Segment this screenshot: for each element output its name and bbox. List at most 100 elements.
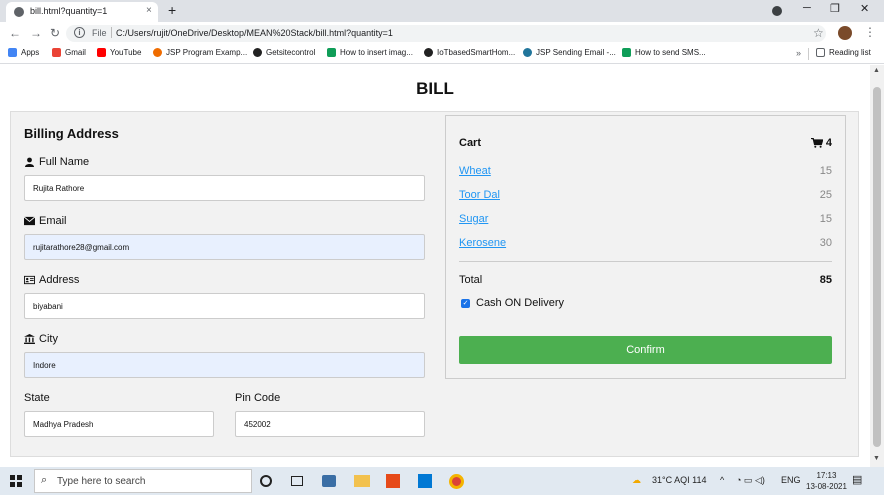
state-label: State — [24, 392, 50, 404]
bookmark-getsitecontrol[interactable]: Getsitecontrol — [253, 48, 315, 57]
address-input[interactable] — [24, 293, 425, 319]
total-value: 85 — [819, 274, 832, 286]
cart-item: Toor Dal 25 — [459, 189, 832, 203]
windows-taskbar: ⌕ Type here to search ☁ 31°C AQI 114 ^ ◔… — [0, 467, 884, 495]
billing-heading: Billing Address — [24, 126, 119, 141]
office-icon[interactable] — [386, 474, 400, 488]
vscode-icon[interactable] — [418, 474, 432, 488]
gmail-icon — [52, 48, 61, 57]
cart-item-price: 25 — [819, 189, 832, 201]
cart-item-price: 15 — [819, 165, 832, 177]
scroll-up-icon[interactable]: ▲ — [873, 67, 880, 74]
site-icon — [327, 48, 336, 57]
address-bar[interactable]: i File C:/Users/rujit/OneDrive/Desktop/M… — [66, 25, 826, 42]
page-viewport: BILL Billing Address Full Name Email Add… — [0, 65, 870, 467]
cart-title: Cart — [459, 137, 482, 149]
task-view-icon[interactable] — [291, 476, 303, 486]
browser-tab[interactable]: bill.html?quantity=1 × — [6, 2, 158, 22]
site-icon — [622, 48, 631, 57]
weather-text[interactable]: 31°C AQI 114 — [652, 475, 706, 485]
confirm-button[interactable]: Confirm — [459, 336, 832, 364]
language-indicator[interactable]: ENG — [781, 475, 801, 485]
minimize-button[interactable]: ─ — [803, 2, 811, 14]
file-explorer-icon[interactable] — [354, 475, 370, 487]
bookmark-label: JSP Sending Email -... — [536, 48, 616, 57]
tab-title: bill.html?quantity=1 — [30, 6, 108, 16]
cash-on-delivery-option[interactable]: ✓ Cash ON Delivery — [461, 297, 564, 309]
institution-icon — [24, 334, 35, 344]
city-label: City — [24, 333, 58, 345]
weather-icon: ☁ — [632, 475, 641, 485]
scrollbar-thumb[interactable] — [873, 87, 881, 447]
bookmark-jsp-program[interactable]: JSP Program Examp... — [153, 48, 247, 57]
chevron-up-icon[interactable]: ^ — [720, 475, 724, 485]
taskbar-search[interactable]: ⌕ Type here to search — [34, 469, 252, 493]
notification-icon[interactable]: ▤ — [852, 473, 862, 486]
globe-icon — [14, 7, 24, 17]
info-icon[interactable]: i — [74, 27, 85, 38]
bookmark-gmail[interactable]: Gmail — [52, 48, 86, 57]
cart-item-link[interactable]: Sugar — [459, 213, 488, 225]
cart-item-link[interactable]: Kerosene — [459, 237, 506, 249]
scroll-down-icon[interactable]: ▼ — [873, 455, 880, 462]
email-label: Email — [24, 215, 67, 227]
bookmark-iot[interactable]: IoTbasedSmartHom... — [424, 48, 515, 57]
new-tab-button[interactable]: + — [168, 2, 176, 18]
reading-list-button[interactable]: Reading list — [816, 48, 871, 57]
browser-toolbar: ← → ↻ i File C:/Users/rujit/OneDrive/Des… — [0, 22, 884, 45]
email-label-text: Email — [39, 215, 67, 227]
state-input[interactable] — [24, 411, 214, 437]
cart-item-link[interactable]: Wheat — [459, 165, 491, 177]
address-card-icon — [24, 275, 35, 285]
email-input[interactable] — [24, 234, 425, 260]
city-input[interactable] — [24, 352, 425, 378]
bookmark-label: JSP Program Examp... — [166, 48, 248, 57]
cart-panel: Cart 4 Wheat 15 Toor Dal 25 Sugar 15 Ker… — [445, 115, 846, 379]
bookmarks-overflow-icon[interactable]: » — [796, 48, 801, 58]
full-name-input[interactable] — [24, 175, 425, 201]
cash-on-delivery-checkbox[interactable]: ✓ — [461, 298, 470, 308]
site-icon — [424, 48, 433, 57]
bookmark-youtube[interactable]: YouTube — [97, 48, 141, 57]
cart-item-link[interactable]: Toor Dal — [459, 189, 500, 201]
cash-on-delivery-label: Cash ON Delivery — [476, 297, 565, 309]
bookmark-label: Gmail — [65, 48, 86, 57]
billing-form: Billing Address Full Name Email Address … — [24, 126, 425, 437]
page-scrollbar[interactable]: ▲ ▼ — [870, 65, 884, 467]
reload-icon[interactable]: ↻ — [50, 26, 60, 40]
total-label: Total — [459, 274, 483, 286]
search-icon: ⌕ — [41, 474, 48, 486]
taskbar-clock[interactable]: 17:13 13-08-2021 — [806, 470, 847, 492]
cart-item-price: 30 — [819, 237, 832, 249]
chrome-icon[interactable] — [449, 474, 464, 489]
forward-icon[interactable]: → — [30, 26, 42, 40]
address-label: Address — [24, 274, 79, 286]
tab-strip: bill.html?quantity=1 × + ─ ❐ ✕ — [0, 0, 884, 22]
windows-start-icon[interactable] — [10, 475, 22, 487]
bookmark-label: Getsitecontrol — [266, 48, 316, 57]
tab-search-icon[interactable] — [772, 6, 782, 16]
cart-count-value: 4 — [825, 137, 832, 149]
youtube-icon — [97, 48, 106, 57]
bookmarks-divider — [808, 48, 809, 60]
cart-divider — [459, 261, 832, 262]
url-text[interactable]: C:/Users/rujit/OneDrive/Desktop/MEAN%20S… — [116, 28, 393, 38]
address-label-text: Address — [39, 274, 80, 286]
tray-icons[interactable]: ◔ ▭ ◁) — [736, 475, 765, 486]
cortana-icon[interactable] — [260, 475, 272, 487]
pin-code-input[interactable] — [235, 411, 425, 437]
kebab-menu-icon[interactable]: ⋮ — [864, 25, 876, 39]
back-icon[interactable]: ← — [9, 26, 21, 40]
full-name-label: Full Name — [24, 156, 89, 168]
app-icon[interactable] — [322, 475, 336, 487]
profile-avatar[interactable] — [838, 26, 852, 40]
cart-item: Sugar 15 — [459, 213, 832, 227]
tab-close-icon[interactable]: × — [146, 5, 152, 16]
bookmark-insert-image[interactable]: How to insert imag... — [327, 48, 413, 57]
bookmark-apps[interactable]: Apps — [8, 48, 39, 57]
bookmark-jsp-email[interactable]: JSP Sending Email -... — [523, 48, 616, 57]
bookmark-star-icon[interactable]: ☆ — [813, 26, 824, 40]
bookmark-send-sms[interactable]: How to send SMS... — [622, 48, 706, 57]
close-window-button[interactable]: ✕ — [860, 2, 869, 15]
restore-button[interactable]: ❐ — [830, 2, 840, 15]
